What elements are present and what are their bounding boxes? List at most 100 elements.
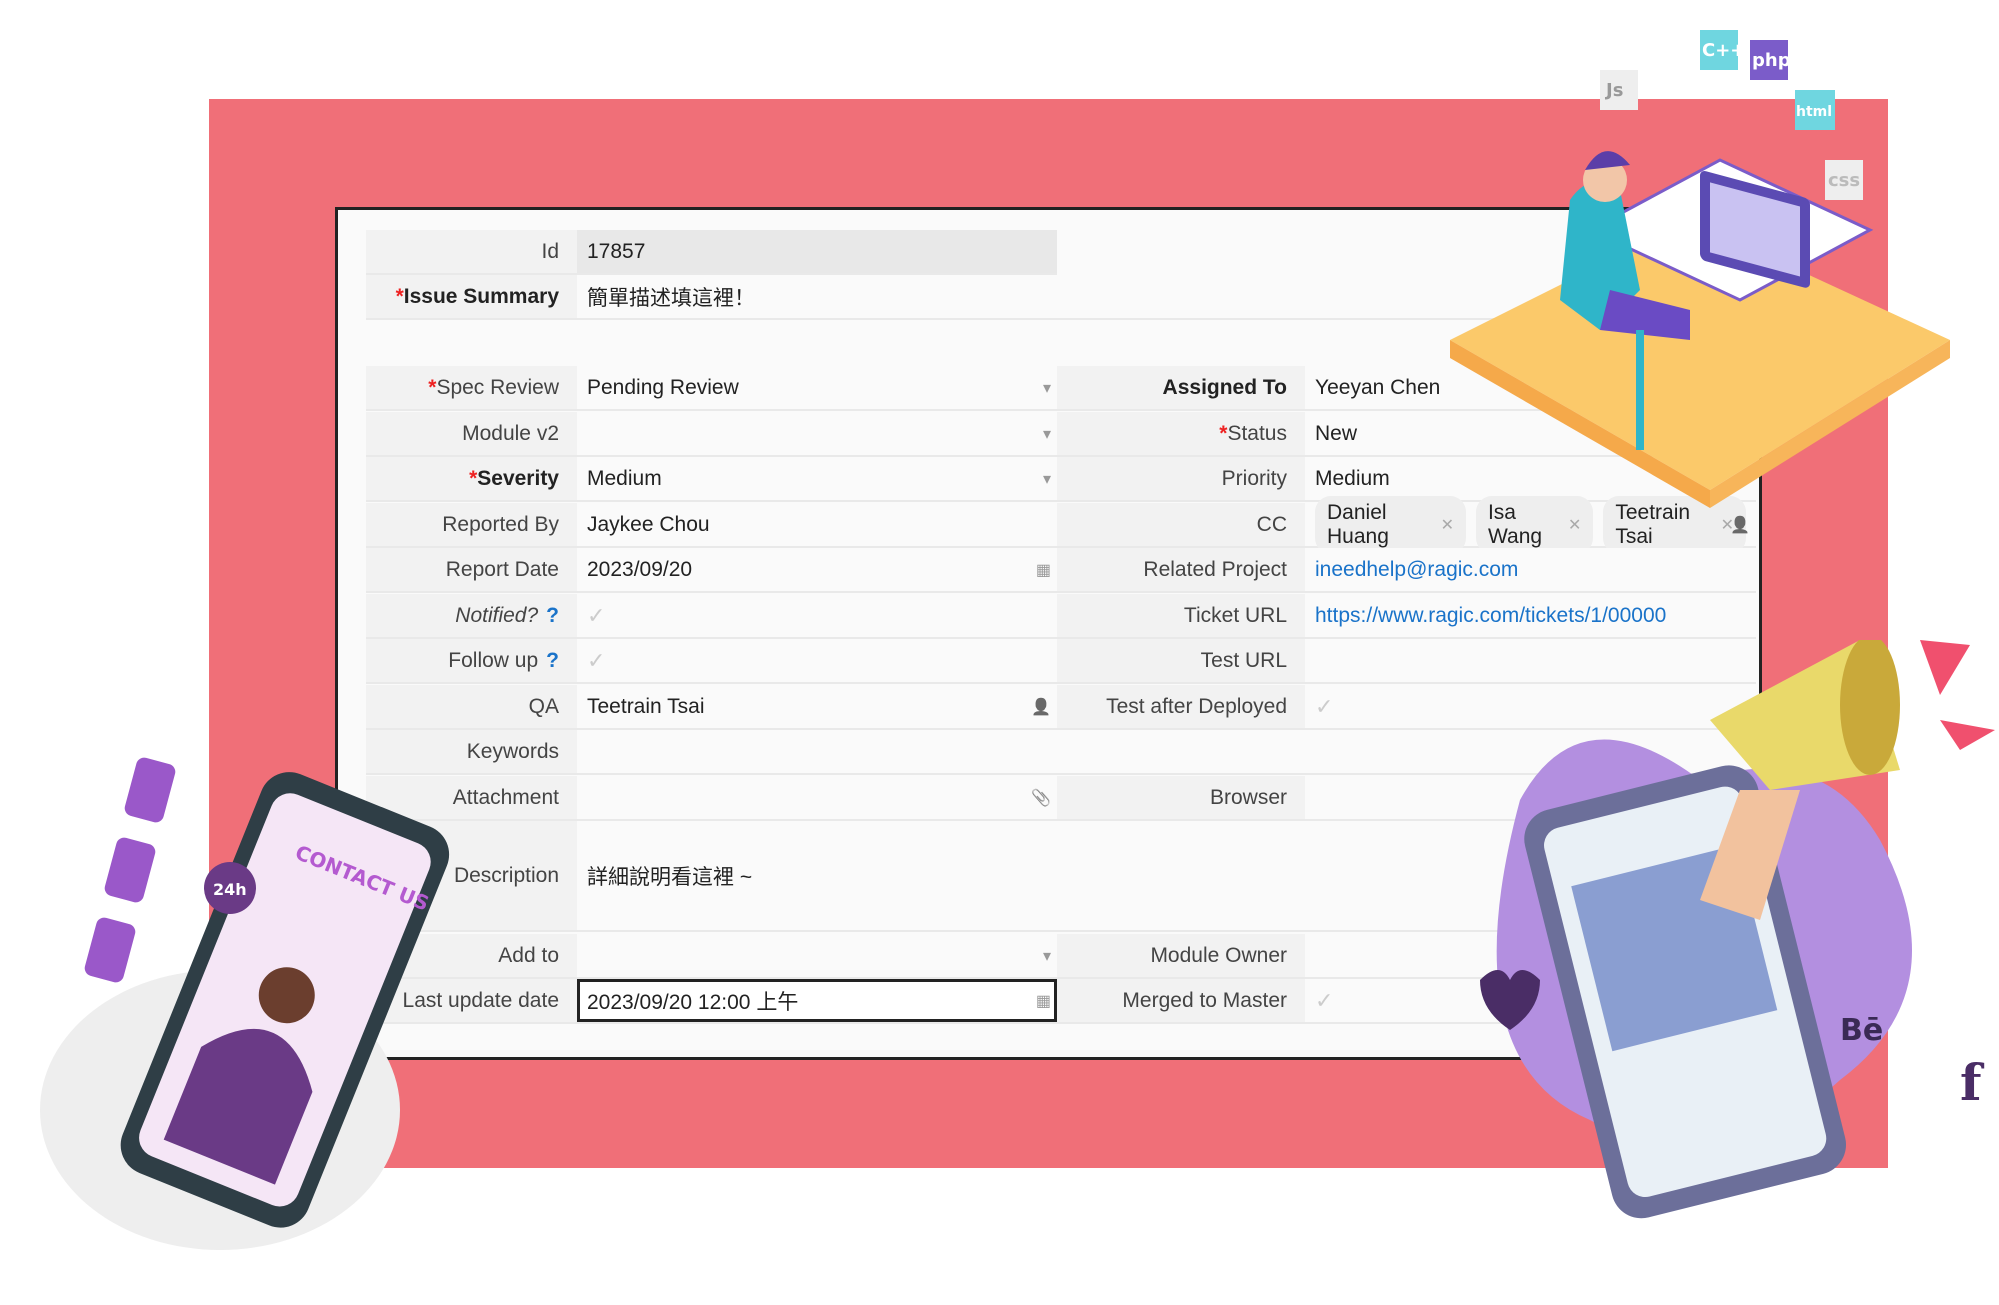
- merged_to_master-label: Merged to Master: [1057, 979, 1305, 1022]
- add_to-label-text: Add to: [498, 943, 559, 967]
- module_v2-label-text: Module v2: [462, 421, 559, 445]
- notified-label: Notified??: [366, 594, 577, 637]
- id-label: Id: [366, 230, 577, 273]
- svg-text:24h: 24h: [213, 880, 247, 899]
- svg-text:f: f: [1960, 1053, 1985, 1112]
- merged_to_master-label-text: Merged to Master: [1122, 988, 1287, 1012]
- svg-text:Bē: Bē: [1840, 1013, 1883, 1048]
- svg-text:html: html: [1796, 104, 1832, 120]
- attachment-label-text: Attachment: [452, 785, 559, 809]
- form-row-notified: Notified?? ✓ Ticket URL https://www.ragic.c…: [366, 594, 1756, 639]
- qa-value: Teetrain Tsai: [587, 694, 705, 718]
- report_date-label: Report Date: [366, 548, 577, 591]
- severity-label-text: Severity: [477, 466, 559, 490]
- module_owner-label: Module Owner: [1057, 934, 1305, 977]
- svg-text:C++: C++: [1702, 40, 1745, 61]
- reported-by-field[interactable]: Jaykee Chou: [577, 503, 1057, 546]
- ticket-url-field[interactable]: https://www.ragic.com/tickets/1/00000: [1305, 594, 1756, 637]
- follow_up-label: Follow up?: [366, 639, 577, 682]
- ticket_url-label: Ticket URL: [1057, 594, 1305, 637]
- add-to-field[interactable]: ▾: [577, 934, 1057, 977]
- related-project-link[interactable]: ineedhelp@ragic.com: [1315, 558, 1518, 582]
- form-row-report-date: Report Date 2023/09/20 ▦ Related Project ine…: [366, 548, 1756, 593]
- svg-text:php: php: [1752, 50, 1791, 71]
- chevron-down-icon[interactable]: ▾: [1043, 378, 1051, 398]
- related_project-label-text: Related Project: [1143, 557, 1287, 581]
- ticket_url-label-text: Ticket URL: [1183, 603, 1287, 627]
- checkbox-check-icon[interactable]: ✓: [1315, 694, 1333, 720]
- remove-tag-icon[interactable]: ✕: [1568, 515, 1581, 535]
- severity-label: * Severity: [366, 457, 577, 500]
- developer-desk-illustration: Js C++ php html css: [1450, 30, 1950, 508]
- qa-label-text: QA: [528, 694, 559, 718]
- priority-label: Priority: [1057, 457, 1305, 500]
- id-field[interactable]: 17857: [577, 230, 1057, 273]
- module-v2-field[interactable]: ▾: [577, 412, 1057, 455]
- checkbox-check-icon[interactable]: ✓: [587, 648, 605, 674]
- browser-label: Browser: [1057, 776, 1305, 819]
- spec_review-label-text: Spec Review: [436, 375, 559, 399]
- required-marker: *: [395, 284, 404, 308]
- issue-summary-value: 簡單描述填這裡！: [587, 286, 755, 310]
- reported-by-value: Jaykee Chou: [587, 512, 710, 536]
- id-label-text: Id: [541, 239, 559, 263]
- reported_by-label: Reported By: [366, 503, 577, 546]
- description-label-text: Description: [453, 863, 559, 887]
- priority-value: Medium: [1315, 466, 1390, 490]
- last-update-date-value: 2023/09/20 12:00 上午: [587, 990, 799, 1014]
- social-media-megaphone-illustration: Bē f: [1480, 640, 1995, 1219]
- assigned-to-value: Yeeyan Chen: [1315, 375, 1441, 399]
- chevron-down-icon[interactable]: ▾: [1043, 424, 1051, 444]
- reported_by-label-text: Reported By: [442, 512, 559, 536]
- notified-field[interactable]: ✓: [577, 594, 1057, 637]
- spec_review-label: * Spec Review: [366, 366, 577, 409]
- test_url-label: Test URL: [1057, 639, 1305, 682]
- notified-label-text: Notified?: [455, 603, 539, 627]
- cc-tag-name: Daniel Huang: [1327, 500, 1389, 548]
- status-label-text: Status: [1227, 421, 1287, 445]
- related_project-label: Related Project: [1057, 548, 1305, 591]
- spec-review-field[interactable]: Pending Review ▾: [577, 366, 1057, 409]
- contact-us-phone-illustration: CONTACT US 24h: [40, 757, 450, 1250]
- assigned_to-label-text: Assigned To: [1162, 375, 1287, 399]
- cc-label-text: CC: [1256, 512, 1287, 536]
- issue_summary-label: * Issue Summary: [366, 275, 577, 318]
- last-update-date-field[interactable]: 2023/09/20 12:00 上午 ▦: [577, 979, 1057, 1022]
- help-icon[interactable]: ?: [546, 604, 559, 628]
- follow_up-label-text: Follow up: [448, 648, 539, 672]
- follow-up-field[interactable]: ✓: [577, 639, 1057, 682]
- report-date-value: 2023/09/20: [587, 557, 693, 581]
- person-icon[interactable]: 👤: [1730, 515, 1750, 535]
- remove-tag-icon[interactable]: ✕: [1441, 515, 1454, 535]
- calendar-icon[interactable]: ▦: [1036, 560, 1051, 580]
- required-marker: *: [1219, 421, 1228, 445]
- chevron-down-icon[interactable]: ▾: [1043, 946, 1051, 966]
- required-marker: *: [469, 466, 478, 490]
- checkbox-check-icon[interactable]: ✓: [587, 603, 605, 629]
- report-date-field[interactable]: 2023/09/20 ▦: [577, 548, 1057, 591]
- attachment-field[interactable]: 📎: [577, 776, 1057, 819]
- description-value: 詳細說明看這裡 ~: [587, 865, 753, 889]
- related-project-field[interactable]: ineedhelp@ragic.com: [1305, 548, 1756, 591]
- form-row-id: Id 17857: [366, 230, 1057, 275]
- qa-field[interactable]: Teetrain Tsai 👤: [577, 685, 1057, 728]
- ticket-url-link[interactable]: https://www.ragic.com/tickets/1/00000: [1315, 604, 1666, 628]
- paperclip-icon[interactable]: 📎: [1031, 788, 1051, 808]
- required-marker: *: [428, 375, 437, 399]
- id-value: 17857: [587, 239, 646, 263]
- svg-text:css: css: [1828, 170, 1860, 191]
- checkbox-check-icon[interactable]: ✓: [1315, 988, 1333, 1014]
- priority-label-text: Priority: [1221, 466, 1287, 490]
- person-icon[interactable]: 👤: [1031, 697, 1051, 717]
- browser-label-text: Browser: [1209, 785, 1287, 809]
- qa-label: QA: [366, 685, 577, 728]
- status-label: * Status: [1057, 412, 1305, 455]
- report_date-label-text: Report Date: [445, 557, 559, 581]
- spec-review-value: Pending Review: [587, 375, 739, 399]
- chevron-down-icon[interactable]: ▾: [1043, 469, 1051, 489]
- test_after_deployed-label-text: Test after Deployed: [1106, 694, 1287, 718]
- severity-field[interactable]: Medium ▾: [577, 457, 1057, 500]
- calendar-icon[interactable]: ▦: [1036, 991, 1051, 1011]
- cc-label: CC: [1057, 503, 1305, 546]
- help-icon[interactable]: ?: [546, 649, 559, 673]
